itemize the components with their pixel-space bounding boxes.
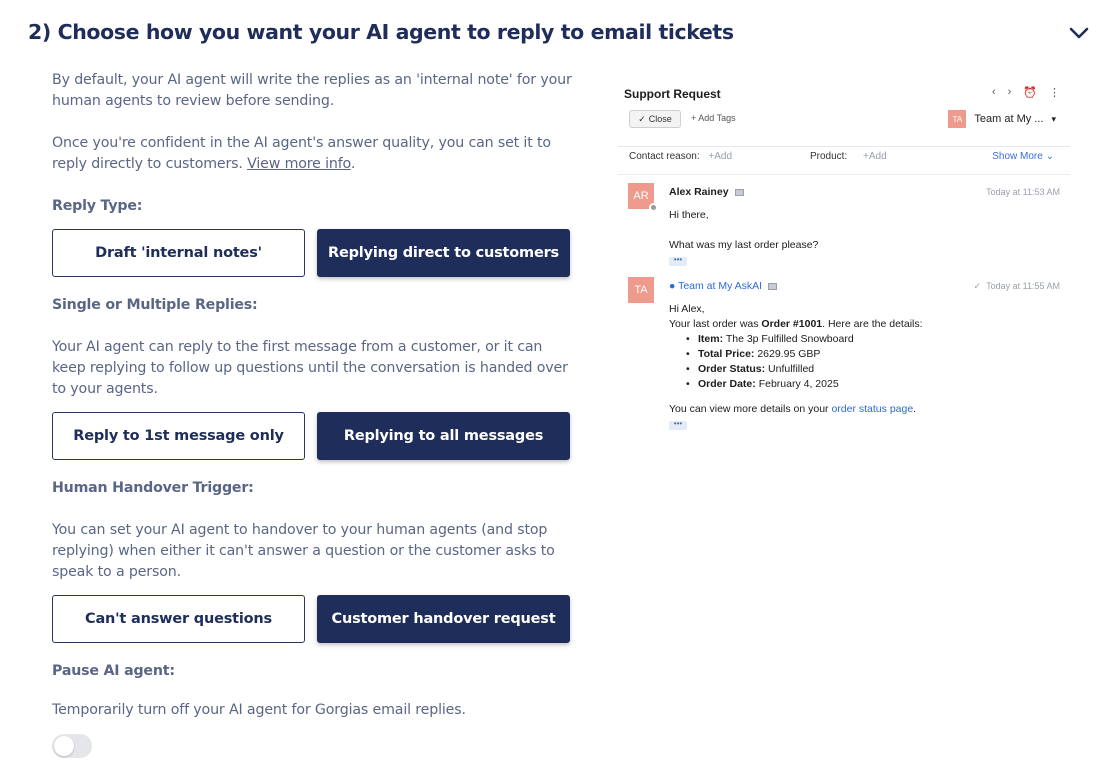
handover-label: Human Handover Trigger: [52, 480, 254, 496]
expand-ellipsis[interactable]: ••• [669, 420, 687, 430]
add-tags-button[interactable]: + Add Tags [691, 113, 736, 123]
view-more-info-link[interactable]: View more info [247, 156, 351, 172]
message-time: ✓ Today at 11:55 AM [974, 281, 1060, 292]
list-item: Item: The 3p Fulfilled Snowboard [686, 332, 854, 347]
message-line: What was my last order please? [669, 239, 819, 251]
divider [618, 174, 1070, 175]
order-number: Order #1001 [761, 318, 823, 330]
replies-mode-label: Single or Multiple Replies: [52, 297, 258, 313]
customer-name: Alex Rainey [669, 186, 744, 198]
caret-down-icon: ▾ [1051, 113, 1056, 124]
ticket-fields: Contact reason: +Add Product: +Add Show … [629, 151, 1054, 162]
order-status-link[interactable]: order status page [831, 403, 913, 415]
product-add[interactable]: +Add [863, 151, 887, 162]
intro-prefix: Your last order was [669, 318, 762, 330]
detail-value: 2629.95 GBP [757, 348, 821, 360]
list-item: Order Date: February 4, 2025 [686, 377, 854, 392]
contact-reason-label: Contact reason: [629, 151, 700, 162]
list-item: Total Price: 2629.95 GBP [686, 347, 854, 362]
chevron-right-icon[interactable]: › [1008, 86, 1012, 99]
mail-icon [768, 282, 778, 290]
message-footer: You can view more details on your order … [669, 402, 916, 417]
intro-paragraph-2: Once you're confident in the AI agent's … [52, 133, 577, 175]
chevron-down-icon: ⌄ [1045, 151, 1054, 162]
check-icon: ✓ [638, 113, 646, 124]
customer-name-text: Alex Rainey [669, 186, 729, 198]
chevron-left-icon[interactable]: ‹ [992, 86, 996, 99]
ticket-title: Support Request [624, 87, 721, 101]
handover-options: Can't answer questions Customer handover… [52, 595, 570, 643]
reply-all-messages-button[interactable]: Replying to all messages [317, 412, 570, 460]
show-more-link[interactable]: Show More ⌄ [992, 151, 1054, 162]
draft-internal-notes-button[interactable]: Draft 'internal notes' [52, 229, 305, 277]
ticket-preview: Support Request ‹ › ⏰ ⋮ ✓ Close + Add Ta… [618, 78, 1070, 438]
detail-key: Item: [698, 333, 724, 345]
close-label: Close [648, 114, 672, 124]
contact-reason-add[interactable]: +Add [708, 151, 732, 162]
replies-mode-options: Reply to 1st message only Replying to al… [52, 412, 570, 460]
divider [618, 146, 1070, 147]
status-dot [649, 203, 658, 212]
detail-value: The 3p Fulfilled Snowboard [725, 333, 854, 345]
team-selector[interactable]: TA Team at My ... ▾ [948, 110, 1056, 128]
intro-suffix: . Here are the details: [822, 318, 923, 330]
footer-prefix: You can view more details on your [669, 403, 832, 415]
replies-mode-description: Your AI agent can reply to the first mes… [52, 339, 568, 397]
message-time-text: Today at 11:55 AM [986, 281, 1060, 291]
footer-suffix: . [913, 403, 917, 415]
reply-type-options: Draft 'internal notes' Replying direct t… [52, 229, 570, 277]
product-label: Product: [810, 151, 848, 162]
intro-paragraph-1: By default, your AI agent will write the… [52, 72, 572, 109]
pause-toggle[interactable] [52, 734, 92, 758]
handover-description: You can set your AI agent to handover to… [52, 522, 555, 580]
message-greeting: Hi Alex, [669, 303, 705, 315]
cant-answer-button[interactable]: Can't answer questions [52, 595, 305, 643]
detail-key: Total Price: [698, 348, 755, 360]
ticket-nav: ‹ › ⏰ ⋮ [992, 86, 1060, 99]
message-line: Hi there, [669, 209, 709, 221]
detail-value: Unfulfilled [768, 363, 815, 375]
reply-type-label: Reply Type: [52, 198, 143, 214]
chevron-down-icon[interactable] [1068, 24, 1090, 42]
section-title: 2) Choose how you want your AI agent to … [28, 20, 734, 44]
close-ticket-button[interactable]: ✓ Close [629, 110, 681, 128]
detail-key: Order Date: [698, 378, 756, 390]
order-details: Item: The 3p Fulfilled Snowboard Total P… [686, 332, 854, 392]
pause-label: Pause AI agent: [52, 663, 175, 679]
section-header[interactable]: 2) Choose how you want your AI agent to … [28, 18, 1090, 48]
detail-value: February 4, 2025 [758, 378, 839, 390]
pause-description: Temporarily turn off your AI agent for G… [52, 702, 466, 718]
agent-name: ● Team at My AskAI [669, 280, 778, 292]
show-more-label: Show More [992, 151, 1043, 162]
detail-key: Order Status: [698, 363, 766, 375]
list-item: Order Status: Unfulfilled [686, 362, 854, 377]
intro-suffix: . [350, 156, 356, 172]
expand-ellipsis[interactable]: ••• [669, 256, 687, 266]
check-icon: ✓ [973, 281, 982, 291]
message-intro: Your last order was Order #1001. Here ar… [669, 317, 923, 332]
agent-avatar: TA [628, 277, 654, 303]
customer-handover-button[interactable]: Customer handover request [317, 595, 570, 643]
agent-name-text: Team at My AskAI [678, 280, 763, 292]
team-name: Team at My ... [974, 113, 1044, 125]
mail-icon [734, 188, 744, 196]
team-avatar: TA [948, 110, 967, 128]
alarm-icon[interactable]: ⏰ [1023, 86, 1037, 99]
user-circle-icon: ● [669, 280, 676, 292]
message-time: Today at 11:53 AM [986, 187, 1060, 197]
reply-direct-button[interactable]: Replying direct to customers [317, 229, 570, 277]
reply-first-message-button[interactable]: Reply to 1st message only [52, 412, 305, 460]
more-vertical-icon[interactable]: ⋮ [1049, 86, 1060, 99]
toggle-knob [54, 736, 74, 756]
